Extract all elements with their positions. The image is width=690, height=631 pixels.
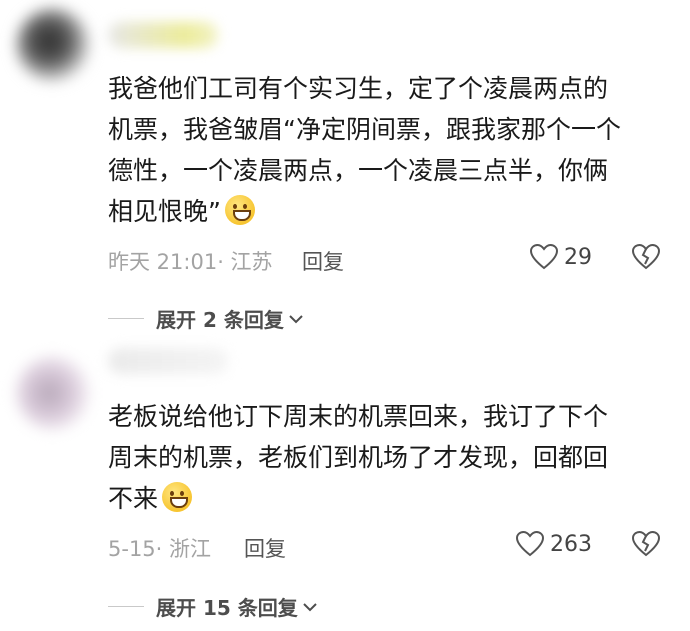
- avatar[interactable]: [16, 8, 90, 82]
- username-blurred[interactable]: [108, 348, 228, 374]
- broken-heart-icon: [631, 243, 661, 270]
- expand-replies-label: 展开 15 条回复: [156, 596, 298, 620]
- goofy-face-emoji-icon: [162, 482, 193, 512]
- like-count: 263: [550, 531, 592, 557]
- comment-line: 德性，一个凌晨两点，一个凌晨三点半，你俩: [108, 156, 609, 185]
- expand-replies-label: 展开 2 条回复: [156, 308, 284, 332]
- avatar[interactable]: [16, 356, 90, 430]
- like-count: 29: [564, 244, 592, 270]
- chevron-down-icon: [289, 314, 303, 323]
- chevron-down-icon: [303, 602, 317, 611]
- comment-line: 机票，我爸皱眉“净定阴间票，跟我家那个一个: [108, 115, 621, 144]
- comment-line: 不来: [108, 484, 159, 513]
- expand-replies-button[interactable]: 展开 15 条回复: [108, 592, 318, 621]
- dislike-button[interactable]: [631, 530, 661, 561]
- comment-line: 老板说给他订下周末的机票回来，我订了下个: [108, 402, 609, 431]
- like-button[interactable]: 263: [516, 531, 592, 557]
- comment-last-line: 不来: [108, 478, 668, 519]
- heart-outline-icon: [516, 531, 544, 557]
- reply-button[interactable]: 回复: [302, 246, 344, 276]
- expand-replies-button[interactable]: 展开 2 条回复: [108, 304, 304, 333]
- grinning-sweat-emoji-icon: [224, 195, 255, 225]
- comment-last-line: 相见恨晚”: [108, 191, 668, 232]
- comment-line: 相见恨晚”: [108, 197, 221, 226]
- comment-meta: 5-15· 浙江: [108, 537, 212, 561]
- reply-button[interactable]: 回复: [244, 533, 286, 563]
- dislike-button[interactable]: [631, 243, 661, 274]
- divider: [108, 318, 144, 319]
- like-button[interactable]: 29: [530, 244, 592, 270]
- comment-text: 我爸他们工司有个实习生，定了个凌晨两点的 机票，我爸皱眉“净定阴间票，跟我家那个…: [108, 68, 668, 232]
- comment-meta: 昨天 21:01· 江苏: [108, 250, 273, 274]
- heart-outline-icon: [530, 244, 558, 270]
- username-blurred[interactable]: [108, 22, 218, 48]
- comment-line: 周末的机票，老板们到机场了才发现，回都回: [108, 443, 609, 472]
- broken-heart-icon: [631, 530, 661, 557]
- comment-line: 我爸他们工司有个实习生，定了个凌晨两点的: [108, 74, 609, 103]
- divider: [108, 606, 144, 607]
- comment-text: 老板说给他订下周末的机票回来，我订了下个 周末的机票，老板们到机场了才发现，回都…: [108, 396, 668, 519]
